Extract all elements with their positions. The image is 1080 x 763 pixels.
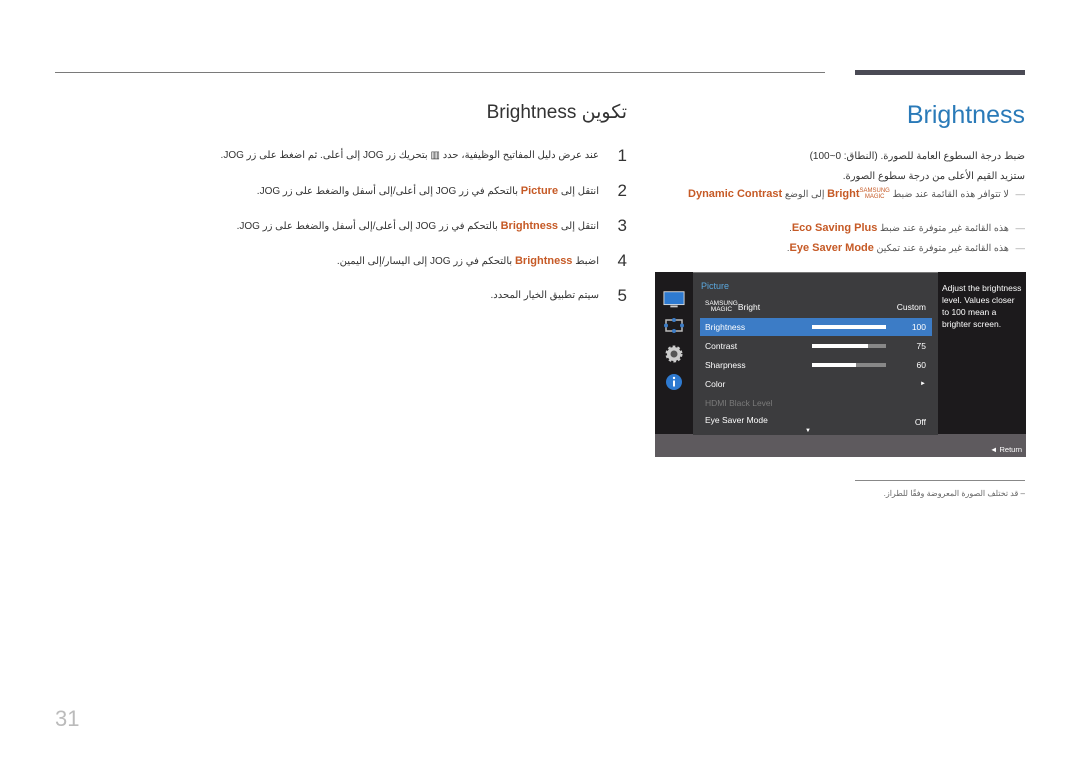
scroll-down-icon[interactable]: ▼ — [805, 428, 811, 434]
note-text: إلى الوضع — [784, 189, 825, 200]
chevron-right-icon: ► — [920, 381, 926, 387]
note-item: — هذه القائمة غير متوفرة عند ضبط Eco Sav… — [789, 222, 1025, 234]
note-dash: — — [1015, 189, 1026, 200]
osd-row-label: Sharpness — [705, 360, 746, 370]
osd-row-magicbright[interactable]: SAMSUNG MAGIC Bright Custom — [700, 298, 932, 316]
section-heading-prefix: تكوين — [581, 102, 627, 123]
note-dash: — — [1015, 223, 1026, 234]
step-item: 2 انتقل إلى Picture بالتحكم في زر JOG إل… — [227, 173, 627, 208]
step-keyword: Picture — [520, 184, 559, 197]
note-dash: — — [1015, 243, 1026, 254]
magic-logo: SAMSUNG MAGIC — [859, 188, 890, 201]
osd-row-color[interactable]: Color ► — [700, 375, 932, 393]
step-text: انتقل إلى Brightness بالتحكم في زر JOG إ… — [237, 220, 599, 232]
steps-list: 1 عند عرض دليل المفاتيح الوظيفية، حدد ▥ … — [221, 138, 627, 313]
note-text: هذه القائمة غير متوفرة عند تمكين — [876, 243, 1009, 254]
step-number: 5 — [617, 285, 627, 305]
osd-help-panel: Adjust the brightness level. Values clos… — [938, 272, 1026, 434]
osd-row-sharpness[interactable]: Sharpness 60 — [700, 356, 932, 374]
note-text: هذه القائمة غير متوفرة عند ضبط — [880, 223, 1009, 234]
step-item: 4 اضبط Brightness بالتحكم في زر JOG إلى … — [227, 243, 627, 278]
osd-row-value: 60 — [916, 360, 926, 370]
osd-picture-menu: Picture SAMSUNG MAGIC Bright Custom Bright… — [693, 272, 938, 435]
note-keyword: Dynamic Contrast — [688, 188, 783, 200]
osd-row-label: Contrast — [705, 341, 738, 351]
step-item: 5 سيتم تطبيق الخيار المحدد. — [227, 278, 627, 313]
osd-row-hdmi-black-level: HDMI Black Level — [700, 394, 932, 412]
step-text-post: بالتحكم في زر JOG إلى أعلى/إلى أسفل والض… — [236, 220, 498, 232]
osd-side-menu — [655, 272, 693, 434]
info-icon[interactable] — [663, 372, 685, 392]
osd-row-label: Bright — [737, 302, 761, 312]
note-keyword: Eye Saver Mode — [789, 242, 874, 254]
step-text: عند عرض دليل المفاتيح الوظيفية، حدد ▥ بت… — [220, 150, 599, 161]
osd-row-value: 100 — [911, 322, 926, 332]
page-number: 31 — [55, 706, 80, 731]
footnote-rule — [855, 480, 1025, 481]
step-keyword: Brightness — [500, 219, 559, 232]
step-number: 2 — [617, 180, 627, 200]
osd-row-label: Brightness — [705, 322, 746, 332]
brightness-slider[interactable] — [812, 325, 886, 329]
osd-row-eye-saver[interactable]: Eye Saver Mode Off — [700, 411, 932, 429]
note-item: — هذه القائمة غير متوفرة عند تمكين Eye S… — [787, 242, 1025, 254]
page-title: Brightness — [906, 101, 1025, 129]
slider-fill — [812, 325, 886, 329]
osd-screenshot: Picture SAMSUNG MAGIC Bright Custom Bright… — [655, 272, 1026, 457]
step-number: 1 — [617, 145, 627, 165]
osd-row-brightness[interactable]: Brightness 100 — [700, 318, 932, 336]
osd-row-value: Off — [914, 417, 926, 427]
note-keyword: Eco Saving Plus — [791, 222, 878, 234]
description-line: ضبط درجة السطوع العامة للصورة. (النطاق: … — [809, 151, 1025, 162]
magic-logo: SAMSUNG MAGIC — [705, 300, 738, 313]
step-text-pre: انتقل إلى — [560, 220, 599, 232]
description: ضبط درجة السطوع العامة للصورة. (النطاق: … — [665, 150, 1025, 190]
step-text: اضبط Brightness بالتحكم في زر JOG إلى ال… — [337, 255, 599, 267]
section-heading: تكوين Brightness — [487, 101, 627, 124]
osd-row-contrast[interactable]: Contrast 75 — [700, 337, 932, 355]
footnote: – قد تختلف الصورة المعروضة وفقًا للطراز. — [883, 489, 1025, 498]
osd-row-label: Eye Saver Mode — [705, 415, 768, 425]
sharpness-slider[interactable] — [812, 363, 886, 367]
step-item: 3 انتقل إلى Brightness بالتحكم في زر JOG… — [227, 208, 627, 243]
osd-row-value: 75 — [916, 341, 926, 351]
step-text: سيتم تطبيق الخيار المحدد. — [490, 290, 599, 301]
note-text: لا تتوافر هذه القائمة عند ضبط — [892, 189, 1009, 200]
osd-row-label: HDMI Black Level — [705, 398, 773, 408]
osd-category-title: Picture — [701, 281, 730, 291]
step-text-post: بالتحكم في زر JOG إلى أعلى/إلى أسفل والض… — [256, 185, 518, 197]
gear-icon[interactable] — [663, 344, 685, 364]
slider-fill — [812, 344, 868, 348]
step-item: 1 عند عرض دليل المفاتيح الوظيفية، حدد ▥ … — [221, 138, 627, 173]
osd-row-label: Color — [705, 379, 726, 389]
section-bar — [855, 70, 1025, 75]
step-text-post: بالتحكم في زر JOG إلى اليسار/إلى اليمين. — [336, 255, 513, 267]
step-text-pre: انتقل إلى — [560, 185, 599, 197]
step-number: 4 — [617, 250, 627, 270]
description-line: ستزيد القيم الأعلى من درجة سطوع الصورة. — [842, 171, 1025, 182]
osd-return-button[interactable]: ◄ Return — [990, 445, 1022, 454]
note-item: — لا تتوافر هذه القائمة عند ضبط SAMSUNG M… — [688, 188, 1025, 200]
step-text: انتقل إلى Picture بالتحكم في زر JOG إلى … — [257, 185, 599, 197]
contrast-slider[interactable] — [812, 344, 886, 348]
step-number: 3 — [617, 215, 627, 235]
resize-icon[interactable] — [663, 316, 685, 336]
section-heading-keyword: Brightness — [486, 102, 577, 123]
step-keyword: Brightness — [514, 254, 573, 267]
step-text-pre: اضبط — [575, 255, 599, 267]
monitor-icon[interactable] — [663, 290, 685, 310]
note-keyword: SAMSUNG MAGICBright — [827, 188, 890, 201]
top-rule — [55, 72, 825, 73]
osd-row-value: Custom — [896, 302, 926, 312]
slider-fill — [812, 363, 857, 367]
